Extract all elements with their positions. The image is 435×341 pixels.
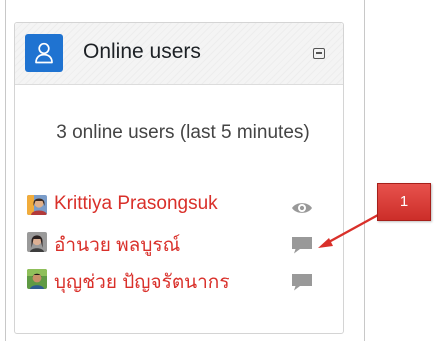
callout-arrow <box>318 213 379 248</box>
annotation-number: 1 <box>399 193 409 210</box>
annotation-callout: 1 <box>377 183 431 221</box>
